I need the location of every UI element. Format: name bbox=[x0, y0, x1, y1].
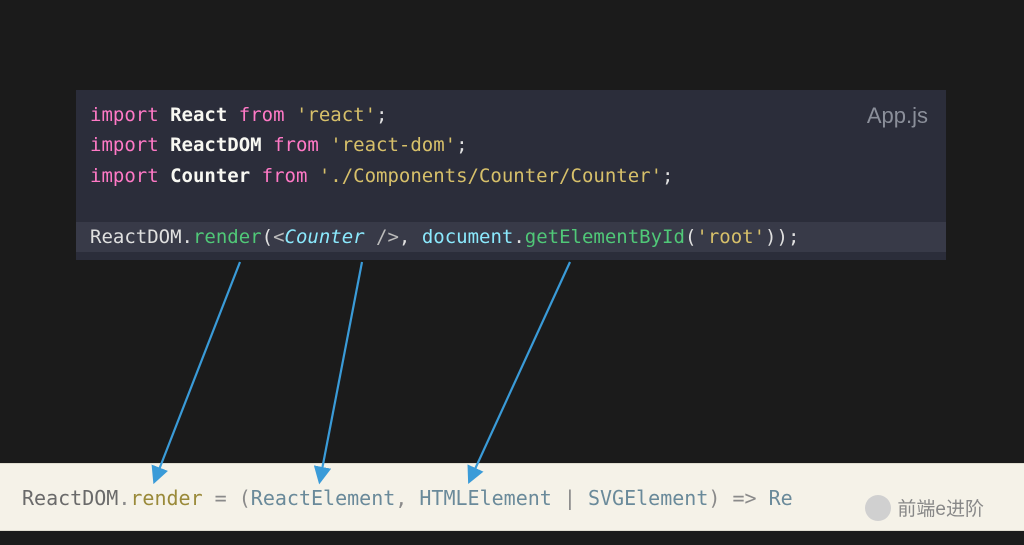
identifier: ReactDOM bbox=[170, 134, 262, 156]
string-literal: './Components/Counter/Counter' bbox=[319, 165, 662, 187]
sig-object: ReactDOM bbox=[22, 486, 118, 510]
code-line-blank bbox=[90, 191, 932, 221]
sig-pipe: | bbox=[552, 486, 588, 510]
method-name: render bbox=[193, 226, 262, 248]
watermark: 前端e进阶 bbox=[865, 494, 984, 521]
semicolon: ; bbox=[662, 165, 673, 187]
sig-sep: , bbox=[395, 486, 419, 510]
keyword-import: import bbox=[90, 134, 159, 156]
code-line-5: ReactDOM.render(<Counter />, document.ge… bbox=[76, 222, 946, 252]
string-literal: 'root' bbox=[696, 226, 765, 248]
sig-arrow: => bbox=[720, 486, 768, 510]
paren-open: ( bbox=[685, 226, 696, 248]
sig-return-prefix: Re bbox=[769, 486, 793, 510]
dot: . bbox=[182, 226, 193, 248]
keyword-from: from bbox=[239, 104, 285, 126]
paren-close: ) bbox=[776, 226, 787, 248]
sig-param-1: ReactElement bbox=[251, 486, 396, 510]
sig-eq: = bbox=[203, 486, 239, 510]
sig-param-3: SVGElement bbox=[588, 486, 708, 510]
sig-close: ) bbox=[708, 486, 720, 510]
sig-open: ( bbox=[239, 486, 251, 510]
keyword-import: import bbox=[90, 104, 159, 126]
function-name: getElementById bbox=[525, 226, 685, 248]
keyword-import: import bbox=[90, 165, 159, 187]
code-editor: App.js import React from 'react'; import… bbox=[76, 90, 946, 260]
identifier: React bbox=[170, 104, 227, 126]
document-ref: document bbox=[422, 226, 514, 248]
semicolon: ; bbox=[788, 226, 799, 248]
identifier: Counter bbox=[170, 165, 250, 187]
comma: , bbox=[399, 226, 422, 248]
sig-param-2: HTMLElement bbox=[419, 486, 551, 510]
paren-open: ( bbox=[262, 226, 273, 248]
semicolon: ; bbox=[456, 134, 467, 156]
dot: . bbox=[513, 226, 524, 248]
string-literal: 'react' bbox=[296, 104, 376, 126]
sig-dot: . bbox=[118, 486, 130, 510]
avatar-icon bbox=[865, 495, 891, 521]
object-ref: ReactDOM bbox=[90, 226, 182, 248]
paren-close: ) bbox=[765, 226, 776, 248]
watermark-text: 前端e进阶 bbox=[897, 494, 984, 521]
keyword-from: from bbox=[262, 165, 308, 187]
semicolon: ; bbox=[376, 104, 387, 126]
keyword-from: from bbox=[273, 134, 319, 156]
sig-method: render bbox=[130, 486, 202, 510]
jsx-component: Counter bbox=[285, 226, 365, 248]
code-line-1: import React from 'react'; bbox=[90, 100, 932, 130]
jsx-open: < bbox=[273, 226, 284, 248]
code-line-2: import ReactDOM from 'react-dom'; bbox=[90, 130, 932, 160]
filename-label: App.js bbox=[867, 98, 928, 133]
string-literal: 'react-dom' bbox=[330, 134, 456, 156]
jsx-close: /> bbox=[365, 226, 399, 248]
code-line-3: import Counter from './Components/Counte… bbox=[90, 161, 932, 191]
